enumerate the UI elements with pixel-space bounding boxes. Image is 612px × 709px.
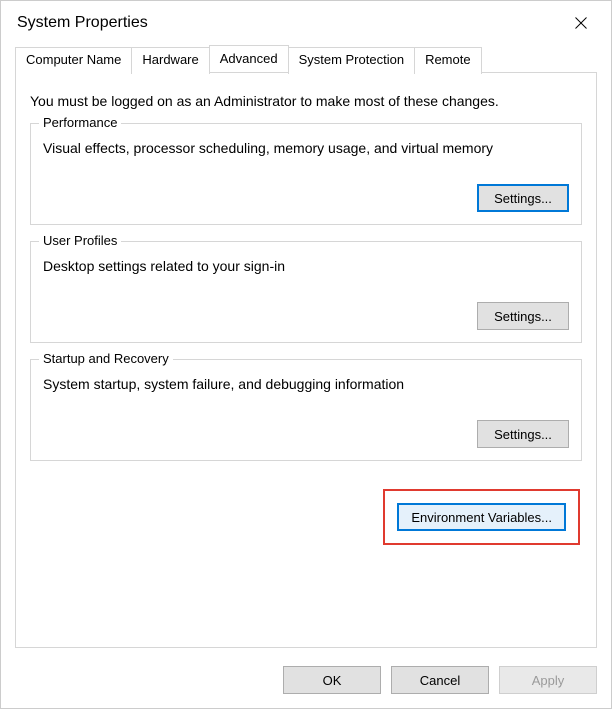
- close-icon: [575, 17, 587, 29]
- group-startup-recovery: Startup and Recovery System startup, sys…: [30, 359, 582, 461]
- performance-settings-button[interactable]: Settings...: [477, 184, 569, 212]
- tab-system-protection[interactable]: System Protection: [288, 47, 416, 74]
- admin-note: You must be logged on as an Administrato…: [30, 93, 582, 109]
- system-properties-window: System Properties Computer Name Hardware…: [0, 0, 612, 709]
- group-startup-title: Startup and Recovery: [39, 351, 173, 366]
- apply-button: Apply: [499, 666, 597, 694]
- tab-hardware[interactable]: Hardware: [131, 47, 209, 74]
- environment-variables-button[interactable]: Environment Variables...: [397, 503, 566, 531]
- tab-computer-name[interactable]: Computer Name: [15, 47, 132, 74]
- ok-button[interactable]: OK: [283, 666, 381, 694]
- group-user-profiles-desc: Desktop settings related to your sign-in: [43, 258, 569, 274]
- window-title: System Properties: [17, 14, 148, 32]
- group-user-profiles: User Profiles Desktop settings related t…: [30, 241, 582, 343]
- group-performance-title: Performance: [39, 115, 121, 130]
- tab-panel-advanced: You must be logged on as an Administrato…: [15, 72, 597, 648]
- dialog-content: Computer Name Hardware Advanced System P…: [1, 45, 611, 654]
- titlebar: System Properties: [1, 1, 611, 45]
- group-startup-desc: System startup, system failure, and debu…: [43, 376, 569, 392]
- tab-remote[interactable]: Remote: [414, 47, 482, 74]
- tab-advanced[interactable]: Advanced: [209, 45, 289, 72]
- group-user-profiles-title: User Profiles: [39, 233, 121, 248]
- dialog-button-row: OK Cancel Apply: [1, 654, 611, 708]
- env-highlight-annotation: Environment Variables...: [383, 489, 580, 545]
- startup-settings-button[interactable]: Settings...: [477, 420, 569, 448]
- tab-strip: Computer Name Hardware Advanced System P…: [15, 45, 597, 72]
- env-row: Environment Variables...: [30, 477, 582, 545]
- user-profiles-settings-button[interactable]: Settings...: [477, 302, 569, 330]
- group-performance: Performance Visual effects, processor sc…: [30, 123, 582, 225]
- cancel-button[interactable]: Cancel: [391, 666, 489, 694]
- close-button[interactable]: [565, 9, 597, 37]
- group-performance-desc: Visual effects, processor scheduling, me…: [43, 140, 569, 156]
